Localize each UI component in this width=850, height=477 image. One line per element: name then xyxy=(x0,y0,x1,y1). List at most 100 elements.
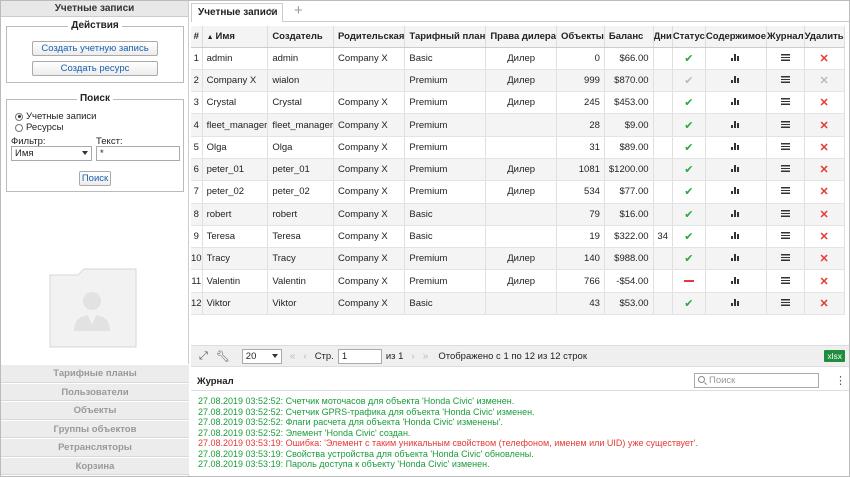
list-icon[interactable] xyxy=(780,276,790,284)
table-row[interactable]: 7 peter_02 peter_02 Company X Premium Дилер 53… xyxy=(191,180,845,204)
column-header[interactable]: Права дилера xyxy=(485,26,558,48)
table-row[interactable]: 11 Valentin Valentin Company X Premium Дилер 7… xyxy=(191,269,845,293)
cell-name[interactable]: admin xyxy=(202,47,269,70)
column-header[interactable]: Объекты xyxy=(556,26,605,48)
page-size-select[interactable]: 20 xyxy=(241,348,282,364)
delete-icon[interactable]: ✕ xyxy=(820,298,829,310)
tab-accounts[interactable]: Учетные записи ✕ xyxy=(191,3,283,22)
table-row[interactable]: 3 Crystal Crystal Company X Premium Дилер 245 $… xyxy=(191,91,845,115)
nav-users[interactable]: Пользователи xyxy=(1,382,189,401)
add-tab-icon[interactable]: + xyxy=(294,2,303,19)
list-icon[interactable] xyxy=(780,142,790,150)
settings-cols-icon[interactable]: ⤢ xyxy=(199,350,208,363)
nav-retranslators[interactable]: Ретрансляторы xyxy=(1,438,189,457)
next-page-icon[interactable]: › xyxy=(411,351,414,362)
radio-resources[interactable]: Ресурсы xyxy=(15,122,63,133)
list-icon[interactable] xyxy=(780,165,790,173)
list-icon[interactable] xyxy=(780,254,790,262)
list-icon[interactable] xyxy=(780,75,790,83)
column-header[interactable]: Журнал xyxy=(766,26,805,48)
bar-chart-icon[interactable] xyxy=(731,232,740,240)
bar-chart-icon[interactable] xyxy=(731,142,740,150)
journal-search-input[interactable]: Поиск xyxy=(694,373,819,388)
table-row[interactable]: 8 robert robert Company X Basic 79 $16.00 ✔ ✕ xyxy=(191,203,845,226)
delete-icon[interactable]: ✕ xyxy=(820,253,829,265)
nav-recycle-bin[interactable]: Корзина xyxy=(1,456,189,475)
bar-chart-icon[interactable] xyxy=(731,276,740,284)
cell-name[interactable]: Crystal xyxy=(202,91,269,115)
cell-name[interactable]: Olga xyxy=(202,136,269,159)
column-header[interactable]: Статус xyxy=(672,26,706,48)
list-icon[interactable] xyxy=(780,187,790,195)
search-button[interactable]: Поиск xyxy=(79,171,111,186)
column-header[interactable]: Содержимое xyxy=(705,26,768,48)
column-header[interactable]: Создатель xyxy=(267,26,335,48)
column-header[interactable]: Родительская xyxy=(333,26,406,48)
page-input[interactable]: 1 xyxy=(337,348,382,364)
close-icon[interactable]: ✕ xyxy=(268,4,276,22)
table-row[interactable]: 1 admin admin Company X Basic Дилер 0 $66.00 ✔ ✕ xyxy=(191,47,845,70)
column-header[interactable]: # xyxy=(191,26,203,48)
list-icon[interactable] xyxy=(780,98,790,106)
bar-chart-icon[interactable] xyxy=(731,209,740,217)
first-page-icon[interactable]: « xyxy=(290,351,296,362)
wrench-icon[interactable]: 🔧︎ xyxy=(216,350,230,363)
list-icon[interactable] xyxy=(780,120,790,128)
cell-name[interactable]: peter_02 xyxy=(202,180,269,204)
search-text-input[interactable]: * xyxy=(96,146,180,161)
cell-name[interactable]: Company X xyxy=(202,69,269,93)
bar-chart-icon[interactable] xyxy=(731,254,740,262)
column-header[interactable]: Дни xyxy=(653,26,673,48)
delete-icon[interactable]: ✕ xyxy=(820,142,829,154)
nav-tariff-plans[interactable]: Тарифные планы xyxy=(1,364,189,383)
nav-units[interactable]: Объекты xyxy=(1,401,189,420)
list-icon[interactable] xyxy=(780,209,790,217)
table-row[interactable]: 12 Viktor Viktor Company X Basic 43 $53.00 ✔ ✕ xyxy=(191,292,845,316)
cell-name[interactable]: fleet_manager xyxy=(202,113,269,137)
cell-name[interactable]: robert xyxy=(202,203,269,226)
cell-name[interactable]: Tracy xyxy=(202,247,269,271)
table-row[interactable]: 2 Company Xwialon Premium Дилер 999 $870.00 ✔ ✕ xyxy=(191,69,845,93)
cell-delete: ✕ xyxy=(804,247,845,271)
cell-name[interactable]: Viktor xyxy=(202,292,269,316)
bar-chart-icon[interactable] xyxy=(731,53,740,61)
table-row[interactable]: 9 Teresa Teresa Company X Basic 19 $322.00 34 ✔ ✕ xyxy=(191,225,845,249)
bar-chart-icon[interactable] xyxy=(731,298,740,306)
bar-chart-icon[interactable] xyxy=(731,187,740,195)
nav-unit-groups[interactable]: Группы объектов xyxy=(1,419,189,438)
table-row[interactable]: 6 peter_01 peter_01 Company X Premium Дилер 10… xyxy=(191,158,845,182)
column-header[interactable]: ▲ Имя xyxy=(202,26,269,48)
list-icon[interactable] xyxy=(780,53,790,61)
table-row[interactable]: 4 fleet_manager fleet_manager Company X Prem… xyxy=(191,113,845,137)
delete-icon[interactable]: ✕ xyxy=(820,120,829,132)
cell-name[interactable]: Valentin xyxy=(202,269,269,293)
list-icon[interactable] xyxy=(780,232,790,240)
delete-icon[interactable]: ✕ xyxy=(820,231,829,243)
delete-icon[interactable]: ✕ xyxy=(820,186,829,198)
cell-name[interactable]: Teresa xyxy=(202,225,269,249)
radio-accounts[interactable]: Учетные записи xyxy=(15,111,96,122)
table-row[interactable]: 10 Tracy Tracy Company X Premium Дилер 140 $988… xyxy=(191,247,845,271)
prev-page-icon[interactable]: ‹ xyxy=(303,351,306,362)
filter-select[interactable]: Имя xyxy=(11,146,92,161)
cell-name[interactable]: peter_01 xyxy=(202,158,269,182)
table-row[interactable]: 5 Olga Olga Company X Premium 31 $89.00 ✔ ✕ xyxy=(191,136,845,159)
create-resource-button[interactable]: Создать ресурс xyxy=(32,61,158,76)
delete-icon[interactable]: ✕ xyxy=(820,164,829,176)
delete-icon[interactable]: ✕ xyxy=(820,97,829,109)
bar-chart-icon[interactable] xyxy=(731,165,740,173)
export-xlsx-button[interactable]: xlsx xyxy=(824,350,845,362)
column-header[interactable]: Тарифный план xyxy=(404,26,487,48)
create-account-button[interactable]: Создать учетную запись xyxy=(32,41,158,56)
bar-chart-icon[interactable] xyxy=(731,75,740,83)
column-header[interactable]: Баланс xyxy=(604,26,654,48)
last-page-icon[interactable]: » xyxy=(423,351,429,362)
delete-icon[interactable]: ✕ xyxy=(820,276,829,288)
delete-icon[interactable]: ✕ xyxy=(820,209,829,221)
bar-chart-icon[interactable] xyxy=(731,120,740,128)
list-icon[interactable] xyxy=(780,298,790,306)
column-header[interactable]: Удалить xyxy=(804,26,845,48)
delete-icon[interactable]: ✕ xyxy=(820,53,829,65)
bar-chart-icon[interactable] xyxy=(731,98,740,106)
more-menu-icon[interactable]: ⋮ xyxy=(835,374,846,387)
